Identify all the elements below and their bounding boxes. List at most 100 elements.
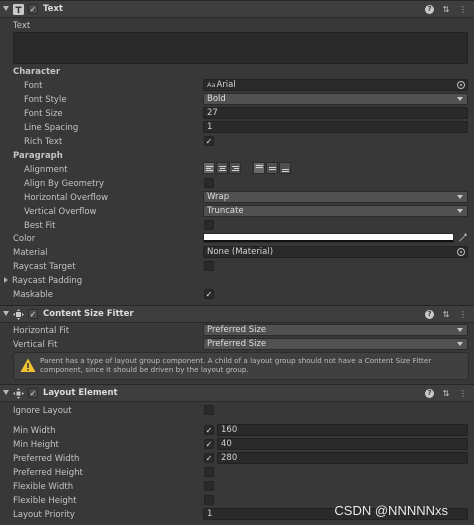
align-by-geometry-checkbox[interactable]	[204, 178, 214, 188]
context-menu-icon[interactable]: ⋮	[458, 309, 468, 320]
min-width-checkbox[interactable]: ✓	[204, 425, 214, 435]
ignore-layout-label: Ignore Layout	[13, 406, 72, 416]
text-content-area[interactable]	[13, 32, 468, 64]
layout-element-enabled-checkbox[interactable]: ✓	[28, 388, 38, 398]
content-size-fitter-icon	[13, 309, 24, 320]
horizontal-fit-value: Preferred Size	[207, 325, 267, 335]
align-right-icon[interactable]	[229, 162, 241, 174]
preferred-width-label: Preferred Width	[13, 454, 80, 464]
raycast-padding-label: Raycast Padding	[12, 276, 83, 286]
rich-text-checkbox[interactable]: ✓	[204, 136, 214, 146]
presets-icon[interactable]: ⇅	[441, 309, 451, 320]
line-spacing-input[interactable]: 1	[203, 121, 468, 133]
preferred-width-input[interactable]: 280	[217, 452, 468, 464]
warning-message: Parent has a type of layout group compon…	[40, 356, 432, 374]
maskable-checkbox[interactable]: ✓	[204, 289, 214, 299]
align-middle-icon[interactable]	[266, 162, 278, 174]
color-label: Color	[13, 234, 36, 244]
layout-element-icon	[13, 388, 24, 399]
flexible-height-label: Flexible Height	[13, 496, 77, 506]
object-picker-icon[interactable]	[457, 248, 465, 256]
align-bottom-icon[interactable]	[279, 162, 291, 174]
align-top-icon[interactable]	[253, 162, 265, 174]
collapse-arrow-icon[interactable]	[3, 6, 9, 11]
presets-icon[interactable]: ⇅	[441, 4, 451, 15]
text-component-icon	[13, 4, 24, 15]
preferred-height-checkbox[interactable]	[204, 467, 214, 477]
dropdown-arrow-icon	[457, 195, 463, 199]
content-size-fitter-header[interactable]: ✓ Content Size Fitter ? ⇅ ⋮	[0, 305, 474, 323]
preferred-width-checkbox[interactable]: ✓	[204, 453, 214, 463]
vertical-fit-value: Preferred Size	[207, 339, 267, 349]
help-icon[interactable]: ?	[425, 389, 434, 398]
character-section-header: Character	[13, 67, 61, 77]
raycast-target-label: Raycast Target	[13, 262, 76, 272]
material-value: None (Material)	[207, 247, 274, 257]
ignore-layout-checkbox[interactable]	[204, 405, 214, 415]
text-component-title: Text	[43, 4, 63, 14]
best-fit-label: Best Fit	[24, 221, 56, 231]
min-height-label: Min Height	[13, 440, 59, 450]
preferred-height-label: Preferred Height	[13, 468, 83, 478]
font-style-dropdown[interactable]: Bold	[203, 93, 468, 105]
raycast-target-checkbox[interactable]	[204, 261, 214, 271]
alignment-label: Alignment	[24, 165, 68, 175]
min-height-input[interactable]: 40	[217, 438, 468, 450]
font-size-input[interactable]: 27	[203, 107, 468, 119]
content-size-fitter-enabled-checkbox[interactable]: ✓	[28, 309, 38, 319]
material-label: Material	[13, 248, 48, 258]
horizontal-overflow-dropdown[interactable]: Wrap	[203, 191, 468, 203]
rich-text-label: Rich Text	[24, 137, 63, 147]
horizontal-overflow-label: Horizontal Overflow	[24, 193, 109, 203]
layout-element-header[interactable]: ✓ Layout Element ? ⇅ ⋮	[0, 384, 474, 402]
presets-icon[interactable]: ⇅	[441, 388, 451, 399]
context-menu-icon[interactable]: ⋮	[458, 4, 468, 15]
vertical-alignment-group	[253, 162, 292, 174]
text-field-label: Text	[13, 21, 31, 31]
horizontal-fit-label: Horizontal Fit	[13, 326, 70, 336]
vertical-overflow-value: Truncate	[207, 206, 244, 216]
min-height-checkbox[interactable]: ✓	[204, 439, 214, 449]
help-icon[interactable]: ?	[425, 310, 434, 319]
min-width-input[interactable]: 160	[217, 424, 468, 436]
collapse-arrow-icon[interactable]	[3, 390, 9, 395]
flexible-height-checkbox[interactable]	[204, 495, 214, 505]
collapse-arrow-icon[interactable]	[3, 311, 9, 316]
align-left-icon[interactable]	[203, 162, 215, 174]
vertical-fit-dropdown[interactable]: Preferred Size	[203, 338, 468, 350]
paragraph-section-header: Paragraph	[13, 151, 63, 161]
raycast-padding-foldout[interactable]: Raycast Padding	[4, 276, 82, 286]
dropdown-arrow-icon	[457, 97, 463, 101]
vertical-fit-label: Vertical Fit	[13, 340, 58, 350]
font-size-label: Font Size	[24, 109, 63, 119]
material-object-field[interactable]: None (Material)	[203, 246, 468, 258]
layout-group-warning-box: Parent has a type of layout group compon…	[13, 352, 469, 380]
layout-priority-label: Layout Priority	[13, 510, 75, 520]
text-component-header[interactable]: ✓ Text ? ⇅ ⋮	[0, 0, 474, 18]
color-field[interactable]	[203, 233, 454, 243]
font-object-field[interactable]: AaArial	[203, 79, 468, 91]
line-spacing-label: Line Spacing	[24, 123, 79, 133]
vertical-overflow-label: Vertical Overflow	[24, 207, 97, 217]
flexible-width-checkbox[interactable]	[204, 481, 214, 491]
align-center-icon[interactable]	[216, 162, 228, 174]
text-enabled-checkbox[interactable]: ✓	[28, 4, 38, 14]
dropdown-arrow-icon	[457, 209, 463, 213]
expand-arrow-icon	[4, 277, 8, 283]
font-style-value: Bold	[207, 94, 226, 104]
object-picker-icon[interactable]	[457, 81, 465, 89]
best-fit-checkbox[interactable]	[204, 220, 214, 230]
eyedropper-icon[interactable]	[458, 232, 468, 243]
warning-icon	[20, 358, 36, 372]
layout-element-title: Layout Element	[43, 388, 118, 398]
min-width-label: Min Width	[13, 426, 56, 436]
help-icon[interactable]: ?	[425, 5, 434, 14]
horizontal-fit-dropdown[interactable]: Preferred Size	[203, 324, 468, 336]
font-asset-icon: Aa	[207, 81, 216, 89]
vertical-overflow-dropdown[interactable]: Truncate	[203, 205, 468, 217]
watermark-text: CSDN @NNNNNxs	[334, 503, 448, 518]
context-menu-icon[interactable]: ⋮	[458, 388, 468, 399]
align-by-geometry-label: Align By Geometry	[24, 179, 104, 189]
flexible-width-label: Flexible Width	[13, 482, 74, 492]
horizontal-alignment-group	[203, 162, 242, 174]
